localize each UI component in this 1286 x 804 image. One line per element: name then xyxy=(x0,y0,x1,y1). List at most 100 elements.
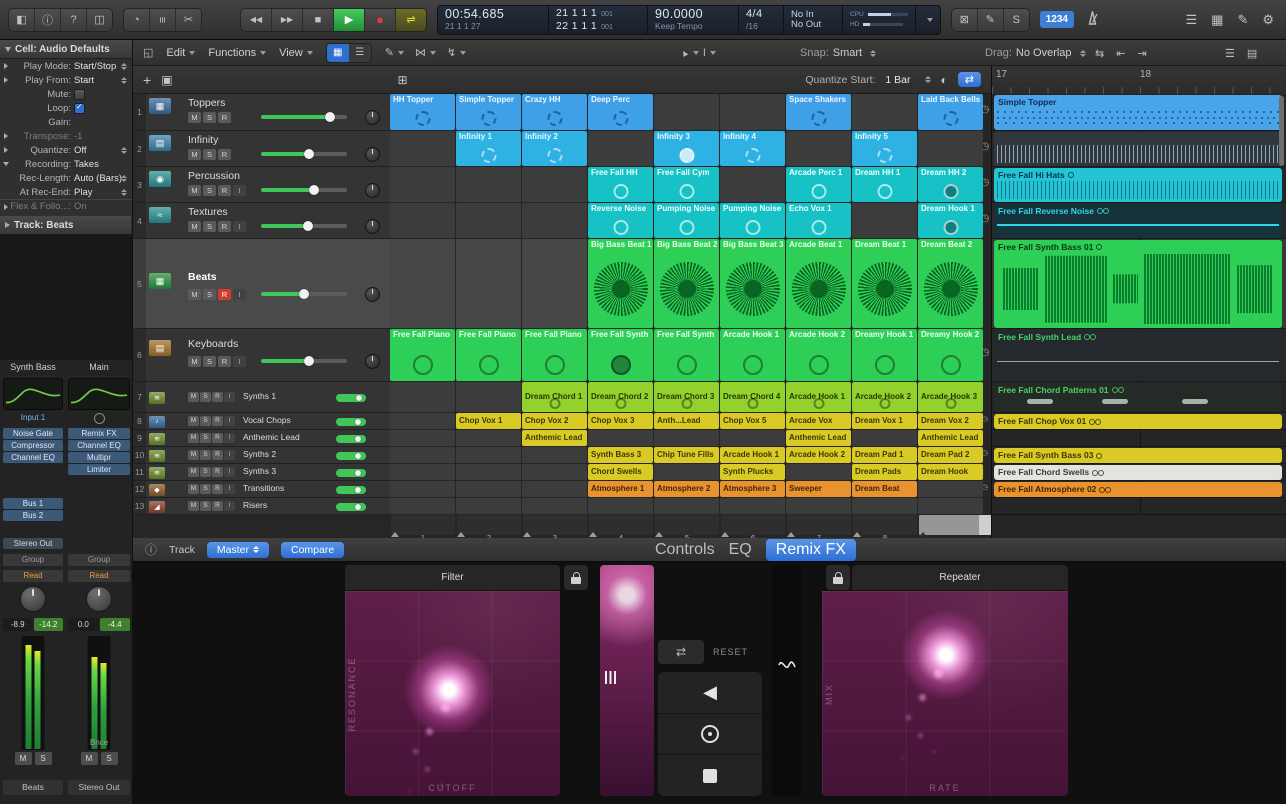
empty-cell[interactable] xyxy=(456,447,521,463)
loop-cell[interactable]: Atmosphere 3 xyxy=(720,481,785,497)
gater-strip[interactable] xyxy=(600,565,654,796)
group-slot[interactable]: Group xyxy=(3,554,63,566)
loop-cell[interactable]: Dreamy Hook 2 xyxy=(918,329,983,381)
audio-region[interactable]: Free Fall Synth Lead xyxy=(994,330,1282,381)
solo-button[interactable]: S xyxy=(200,484,211,494)
solo-button[interactable]: S xyxy=(200,467,211,477)
loop-cell[interactable]: Dream Pad 1 xyxy=(852,447,917,463)
loop-cell[interactable]: Dream Vox 1 xyxy=(852,413,917,429)
library-icon[interactable]: ▦ xyxy=(1211,12,1223,28)
align-right-icon[interactable]: ⇥ xyxy=(1137,47,1146,60)
loop-cell[interactable]: Synth Plucks xyxy=(720,464,785,480)
slider-thumb[interactable] xyxy=(355,470,361,476)
reverse-button[interactable]: ◀ xyxy=(658,672,762,714)
property-value[interactable]: Start xyxy=(74,75,94,86)
empty-cell[interactable] xyxy=(390,464,455,480)
mute-button[interactable]: M xyxy=(188,433,199,443)
lcd-display[interactable]: 00:54.685 21 1 1 27 21 1 1 1001 22 1 1 1… xyxy=(437,5,941,35)
solo-button[interactable]: S xyxy=(101,752,118,765)
add-track-button[interactable]: + xyxy=(143,72,151,88)
loop-cell[interactable]: HH Topper xyxy=(390,94,455,130)
slider-thumb[interactable] xyxy=(355,453,361,459)
sidebar-toggle-icon[interactable]: ◧ xyxy=(9,9,35,31)
loop-cell[interactable]: Arcade Hook 2 xyxy=(786,329,851,381)
tracks-scrollbar[interactable] xyxy=(1279,96,1284,166)
empty-cell[interactable] xyxy=(390,382,455,412)
input-button[interactable]: I xyxy=(233,289,246,300)
drag-dropdown[interactable]: Drag: No Overlap xyxy=(985,40,1086,66)
empty-cell[interactable] xyxy=(390,498,455,514)
insert-plugin[interactable]: Limiter xyxy=(68,464,130,475)
volume-slider[interactable] xyxy=(261,292,347,296)
volume-slider[interactable] xyxy=(336,469,366,477)
menu-view[interactable]: View xyxy=(279,47,313,59)
scene-trigger[interactable]: 1 xyxy=(391,515,455,535)
disclosure-triangle[interactable] xyxy=(2,162,9,166)
empty-cell[interactable] xyxy=(522,464,587,480)
input-button[interactable]: I xyxy=(224,467,235,477)
volume-slider[interactable] xyxy=(336,418,366,426)
slider-thumb[interactable] xyxy=(355,504,361,510)
loop-cell[interactable]: Arcade Hook 1 xyxy=(720,447,785,463)
grid-toggle-icon[interactable]: ◱ xyxy=(143,46,153,59)
property-value[interactable]: Auto (Bars) xyxy=(74,173,122,184)
track-header-row[interactable]: 6▤KeyboardsMSRI xyxy=(133,329,390,382)
cycle-button[interactable]: ⇌ xyxy=(396,9,426,31)
property-value[interactable]: -1 xyxy=(74,131,82,142)
insert-plugin[interactable]: Channel EQ xyxy=(68,440,130,451)
volume-slider[interactable] xyxy=(336,452,366,460)
insert-plugin[interactable]: Noise Gate xyxy=(3,428,63,439)
loop-cell[interactable]: Chop Vox 1 xyxy=(456,413,521,429)
track-header-row[interactable]: 3◉PercussionMSRI xyxy=(133,167,390,203)
bar-ruler[interactable]: 1718 xyxy=(992,66,1286,95)
loop-cell[interactable]: Arcade Hook 2 xyxy=(852,382,917,412)
solo-button[interactable]: S xyxy=(200,416,211,426)
mute-button[interactable]: M xyxy=(188,221,201,232)
pointer-tool-icon[interactable]: ▲ xyxy=(680,48,699,58)
volume-slider[interactable] xyxy=(261,188,347,192)
loop-cell[interactable]: Infinity 4 xyxy=(720,131,785,166)
track-header-row[interactable]: 2▤InfinityMSR xyxy=(133,131,390,167)
loop-cell[interactable]: Big Bass Beat 1 xyxy=(588,239,653,328)
empty-cell[interactable] xyxy=(654,94,719,130)
loop-cell[interactable]: Atmosphere 1 xyxy=(588,481,653,497)
loop-cell[interactable]: Anthemic Lead xyxy=(522,430,587,446)
eq-curve-thumbnail[interactable] xyxy=(68,378,130,410)
loop-cell[interactable]: Dream Beat 2 xyxy=(918,239,983,328)
automation-mode[interactable]: Read xyxy=(3,570,63,582)
insert-plugin[interactable]: Channel EQ xyxy=(3,452,63,463)
pan-knob[interactable] xyxy=(365,147,380,162)
mute-button[interactable]: M xyxy=(15,752,32,765)
loop-cell[interactable]: Arcade Hook 2 xyxy=(786,447,851,463)
record-button[interactable]: R xyxy=(212,416,223,426)
scene-trigger[interactable]: 8 xyxy=(853,515,917,535)
loop-cell[interactable]: Dream Pad 2 xyxy=(918,447,983,463)
loop-cell[interactable]: Free Fall Piano xyxy=(522,329,587,381)
input-button[interactable]: I xyxy=(224,484,235,494)
play-button[interactable]: ▶ xyxy=(334,9,365,31)
loop-cell[interactable]: Dream Hook 1 xyxy=(918,203,983,238)
empty-cell[interactable] xyxy=(522,203,587,238)
lcd-mode-chevron[interactable] xyxy=(916,6,940,34)
solo-button[interactable]: S xyxy=(203,221,216,232)
align-left-icon[interactable]: ⇤ xyxy=(1116,47,1125,60)
volume-slider[interactable] xyxy=(261,224,347,228)
filter-lock-button[interactable] xyxy=(564,565,588,590)
forward-button[interactable]: ▶▶ xyxy=(272,9,303,31)
record-button[interactable]: R xyxy=(212,467,223,477)
loop-cell[interactable]: Pumping Noise xyxy=(720,203,785,238)
record-button[interactable]: R xyxy=(218,149,231,160)
empty-cell[interactable] xyxy=(720,94,785,130)
scene-trigger[interactable]: 3 xyxy=(523,515,587,535)
loop-cell[interactable]: Anth...Lead xyxy=(654,413,719,429)
compare-button[interactable]: Compare xyxy=(281,542,344,558)
empty-cell[interactable] xyxy=(786,498,851,514)
empty-cell[interactable] xyxy=(456,430,521,446)
insert-plugin[interactable]: Compressor xyxy=(3,440,63,451)
cell-inspector-header[interactable]: Cell: Audio Defaults xyxy=(0,40,132,59)
metronome-icon[interactable] xyxy=(1084,9,1101,31)
crossfade-tool-icon[interactable]: ⋈ xyxy=(415,46,436,59)
empty-cell[interactable] xyxy=(720,430,785,446)
send-slot[interactable]: Bus 1 xyxy=(3,498,63,509)
empty-cell[interactable] xyxy=(588,131,653,166)
